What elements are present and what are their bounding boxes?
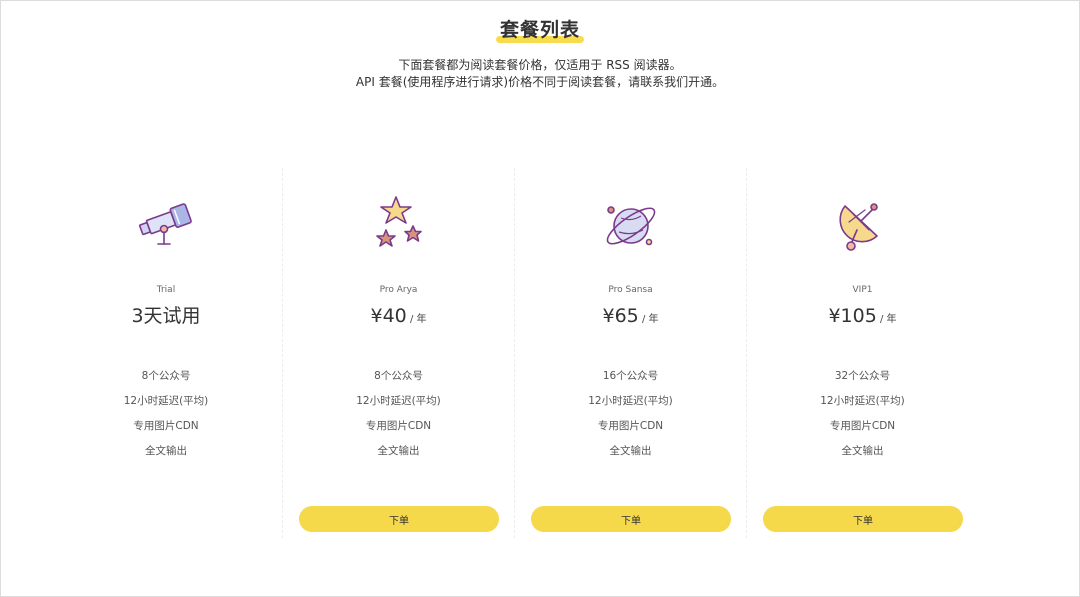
order-button[interactable]: 下单 [299,506,499,532]
plan-features: 8个公众号 12小时延迟(平均) 专用图片CDN 全文输出 [50,369,282,469]
plan-card-pro-arya: Pro Arya ¥40 / 年 8个公众号 12小时延迟(平均) 专用图片CD… [282,168,514,538]
title-wrap: 套餐列表 [495,16,584,44]
plan-price: ¥105 / 年 [747,303,978,333]
plan-card-pro-sansa: Pro Sansa ¥65 / 年 16个公众号 12小时延迟(平均) 专用图片… [514,168,746,538]
feature-fulltext: 全文输出 [377,445,420,457]
plan-price: 3天试用 [50,303,282,333]
feature-accounts: 8个公众号 [141,370,191,382]
plan-price-value: ¥105 [828,305,877,327]
page-subtitle: 下面套餐都为阅读套餐价格，仅适用于 RSS 阅读器。 API 套餐(使用程序进行… [0,57,1080,91]
plan-card-vip1: VIP1 ¥105 / 年 32个公众号 12小时延迟(平均) 专用图片CDN … [746,168,978,538]
feature-delay: 12小时延迟(平均) [356,395,441,407]
subtitle-line-1: 下面套餐都为阅读套餐价格，仅适用于 RSS 阅读器。 [398,58,682,72]
feature-accounts: 16个公众号 [602,370,659,382]
plan-price-value: 3天试用 [131,305,201,327]
order-button[interactable]: 下单 [763,506,963,532]
plan-name: VIP1 [852,285,873,295]
page-title: 套餐列表 [499,19,580,41]
satellite-dish-icon [747,192,978,260]
stars-icon [283,192,514,260]
plan-price-unit: / 年 [406,314,427,325]
plan-card-trial: Trial 3天试用 8个公众号 12小时延迟(平均) 专用图片CDN 全文输出 [50,168,282,538]
feature-delay: 12小时延迟(平均) [588,395,673,407]
feature-fulltext: 全文输出 [841,445,884,457]
planet-icon [515,192,746,260]
plan-price: ¥65 / 年 [515,303,746,333]
feature-delay: 12小时延迟(平均) [820,395,905,407]
feature-cdn: 专用图片CDN [829,420,896,432]
plan-name: Pro Sansa [608,285,653,295]
plan-price-value: ¥65 [602,305,639,327]
plan-price-unit: / 年 [638,314,659,325]
feature-fulltext: 全文输出 [609,445,652,457]
plan-name: Trial [156,285,176,295]
feature-fulltext: 全文输出 [145,445,187,457]
feature-accounts: 8个公众号 [374,370,423,382]
telescope-icon [50,192,282,260]
order-button[interactable]: 下单 [531,506,731,532]
plan-price-value: ¥40 [370,305,407,327]
plan-name: Pro Arya [379,285,418,295]
plan-features: 16个公众号 12小时延迟(平均) 专用图片CDN 全文输出 [515,369,746,469]
plan-features: 32个公众号 12小时延迟(平均) 专用图片CDN 全文输出 [747,369,978,469]
plan-price-unit: / 年 [876,314,897,325]
feature-cdn: 专用图片CDN [133,420,199,432]
header: 套餐列表 下面套餐都为阅读套餐价格，仅适用于 RSS 阅读器。 API 套餐(使… [0,16,1080,91]
plan-features: 8个公众号 12小时延迟(平均) 专用图片CDN 全文输出 [283,369,514,469]
plan-price: ¥40 / 年 [283,303,514,333]
feature-cdn: 专用图片CDN [365,420,432,432]
subtitle-line-2: API 套餐(使用程序进行请求)价格不同于阅读套餐，请联系我们开通。 [355,75,725,89]
plan-list: Trial 3天试用 8个公众号 12小时延迟(平均) 专用图片CDN 全文输出… [50,168,1030,538]
feature-delay: 12小时延迟(平均) [123,395,209,407]
feature-cdn: 专用图片CDN [597,420,664,432]
feature-accounts: 32个公众号 [834,370,891,382]
